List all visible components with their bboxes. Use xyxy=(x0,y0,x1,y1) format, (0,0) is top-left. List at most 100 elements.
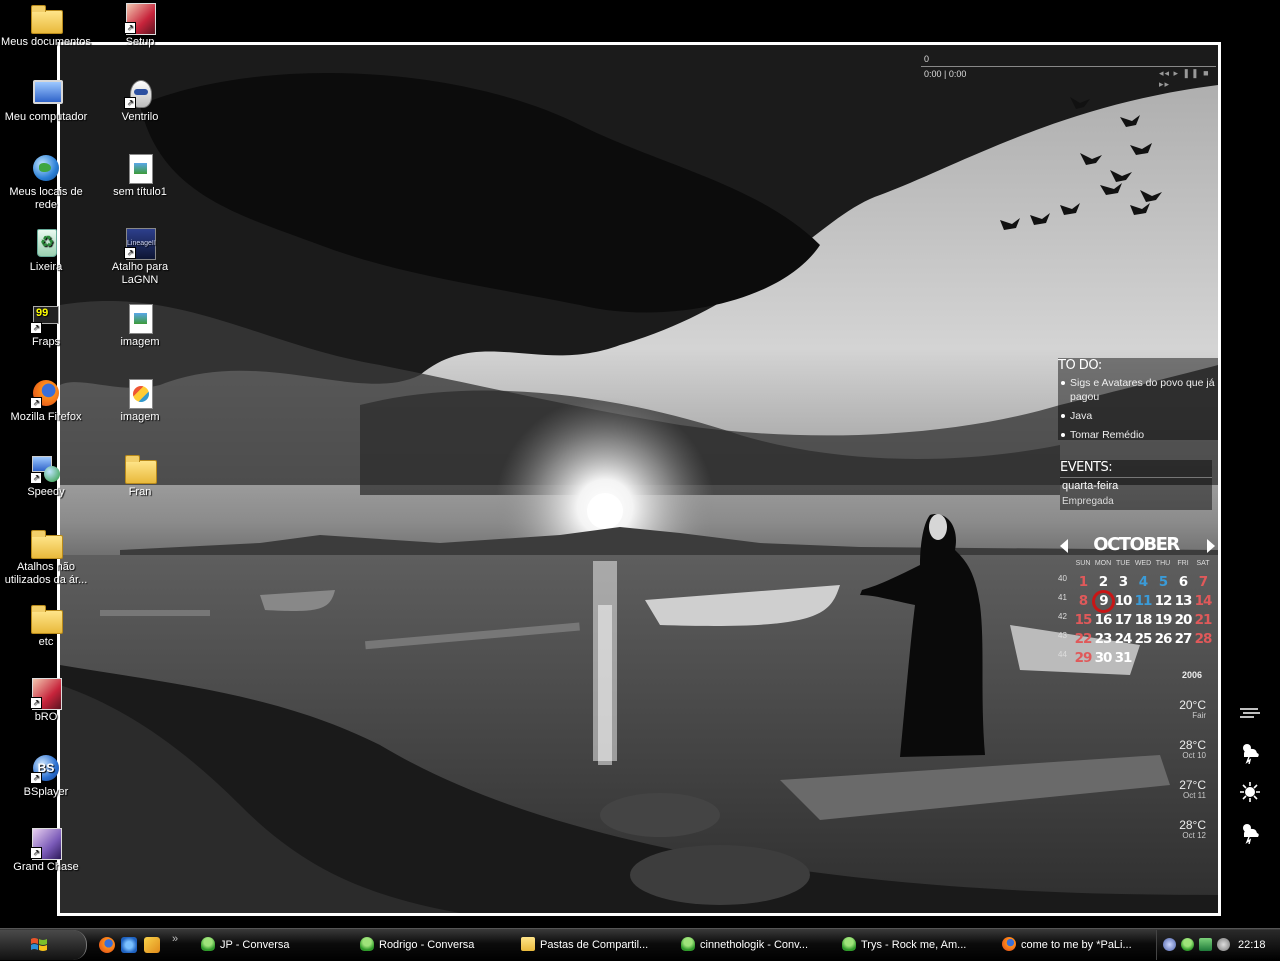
media-time: 0:00 | 0:00 xyxy=(924,69,967,79)
tray-network-icon[interactable] xyxy=(1163,938,1176,951)
shortcut-arrow-icon: ↗ xyxy=(124,22,136,34)
desktop-icon-imagem-2[interactable]: imagem xyxy=(94,377,186,424)
calendar-day[interactable]: 7 xyxy=(1193,574,1213,591)
wallpaper-photo xyxy=(57,42,1221,916)
firefox-icon[interactable] xyxy=(99,937,115,953)
calendar-day[interactable]: 31 xyxy=(1113,650,1133,667)
shortcut-arrow-icon: ↗ xyxy=(124,247,136,259)
calendar-day[interactable]: 17 xyxy=(1113,612,1133,629)
taskbar-button[interactable]: Pastas de Compartil... xyxy=(517,932,672,958)
tray-app-icon[interactable] xyxy=(1199,938,1212,951)
desktop-icon-etc[interactable]: etc xyxy=(0,602,92,649)
desktop-icon-my-documents[interactable]: Meus documentos xyxy=(0,2,92,49)
media-seek-bar[interactable] xyxy=(921,66,1216,67)
calendar-day[interactable]: 3 xyxy=(1113,574,1133,591)
calendar-day[interactable]: 22 xyxy=(1073,631,1093,648)
calendar-today[interactable]: 9 xyxy=(1092,590,1115,613)
calendar-day[interactable]: 4 xyxy=(1133,574,1153,591)
calendar-day[interactable]: 25 xyxy=(1133,631,1153,648)
folder-icon xyxy=(521,937,535,952)
media-controls[interactable]: ◂◂ ▸ ❚❚ ■ ▸▸ xyxy=(1159,68,1217,90)
desktop-icon-setup[interactable]: ↗ Setup xyxy=(94,2,186,49)
week-number: 41 xyxy=(1058,593,1067,602)
desktop-icon-fran[interactable]: Fran xyxy=(94,452,186,499)
network-places-icon xyxy=(33,155,59,181)
quick-launch-overflow[interactable]: » xyxy=(172,933,178,945)
image-file-icon xyxy=(129,154,153,184)
desktop-icon-grand-chase[interactable]: ↗ Grand Chase xyxy=(0,827,92,874)
calendar-day[interactable]: 19 xyxy=(1153,612,1173,629)
calendar-day[interactable]: 23 xyxy=(1093,631,1113,648)
desktop-icon-speedy[interactable]: ↗ Speedy xyxy=(0,452,92,499)
todo-title: TO DO: xyxy=(1058,358,1102,373)
calendar-day[interactable]: 26 xyxy=(1153,631,1173,648)
week-number: 42 xyxy=(1058,612,1067,621)
tray-msn-icon[interactable] xyxy=(1181,938,1194,951)
desktop-icon-unused-shortcuts[interactable]: Atalhos não utilizados da ár... xyxy=(0,527,92,587)
calendar-day[interactable]: 28 xyxy=(1193,631,1213,648)
taskbar-button[interactable]: come to me by *PaLi... xyxy=(998,932,1153,958)
weekday-label: THU xyxy=(1155,560,1171,567)
desktop-icon-network-places[interactable]: Meus locais de rede xyxy=(0,152,92,212)
tray-volume-icon[interactable] xyxy=(1217,938,1230,951)
calendar-day[interactable]: 16 xyxy=(1093,612,1113,629)
calendar-day[interactable]: 10 xyxy=(1113,593,1133,610)
calendar-day[interactable]: 11 xyxy=(1133,593,1153,610)
taskbar-button-label: Trys - Rock me, Am... xyxy=(861,939,967,951)
calendar-day[interactable]: 15 xyxy=(1073,612,1093,629)
todo-item[interactable]: Tomar Remédio xyxy=(1058,428,1218,442)
calendar-day[interactable]: 21 xyxy=(1193,612,1213,629)
ie-icon[interactable] xyxy=(121,937,137,953)
desktop-icon-sem-titulo1[interactable]: sem título1 xyxy=(94,152,186,199)
desktop-icon-recycle-bin[interactable]: ♻ Lixeira xyxy=(0,227,92,274)
calendar-day[interactable]: 12 xyxy=(1153,593,1173,610)
taskbar-button[interactable]: JP - Conversa xyxy=(197,932,352,958)
next-month-icon[interactable] xyxy=(1207,539,1215,553)
taskbar-button-label: cinnethologik - Conv... xyxy=(700,939,809,951)
calendar-day[interactable]: 18 xyxy=(1133,612,1153,629)
folder-icon xyxy=(31,605,63,634)
event-item[interactable]: Empregada xyxy=(1060,494,1212,510)
taskbar-button[interactable]: cinnethologik - Conv... xyxy=(677,932,832,958)
sun-icon xyxy=(1240,782,1260,802)
weather-temp: 20°C xyxy=(1179,698,1206,712)
winamp-icon[interactable] xyxy=(144,937,160,953)
weekday-label: SUN xyxy=(1075,560,1091,567)
calendar-day[interactable]: 6 xyxy=(1173,574,1193,591)
calendar-day[interactable]: 5 xyxy=(1153,574,1173,591)
desktop-icon-imagem-1[interactable]: imagem xyxy=(94,302,186,349)
taskbar-clock[interactable]: 22:18 xyxy=(1238,929,1266,961)
desktop-icon-my-computer[interactable]: Meu computador xyxy=(0,77,92,124)
calendar-day[interactable]: 29 xyxy=(1073,650,1093,667)
events-widget: EVENTS: quarta-feira Empregada xyxy=(1060,460,1212,510)
weekday-label: WED xyxy=(1134,560,1152,567)
todo-item[interactable]: Java xyxy=(1058,409,1218,423)
calendar-day[interactable]: 14 xyxy=(1193,593,1213,610)
calendar-day[interactable]: 1 xyxy=(1073,574,1093,591)
calendar-day[interactable]: 2 xyxy=(1093,574,1113,591)
calendar-day[interactable]: 30 xyxy=(1093,650,1113,667)
calendar-day[interactable]: 24 xyxy=(1113,631,1133,648)
desktop-icon-lagnn[interactable]: LineageII ↗ Atalho para LaGNN xyxy=(94,227,186,287)
taskbar-button[interactable]: Rodrigo - Conversa xyxy=(356,932,511,958)
shortcut-arrow-icon: ↗ xyxy=(124,97,136,109)
todo-item[interactable]: Sigs e Avatares do povo que já pagou xyxy=(1058,376,1218,404)
image-file-icon xyxy=(129,304,153,334)
desktop-icon-bsplayer[interactable]: BS ↗ BSplayer xyxy=(0,752,92,799)
taskbar-button[interactable]: Trys - Rock me, Am... xyxy=(838,932,993,958)
desktop-icon-bro[interactable]: ↗ bRO xyxy=(0,677,92,724)
calendar-day[interactable]: 13 xyxy=(1173,593,1193,610)
start-button[interactable] xyxy=(0,930,87,960)
weekday-label: FRI xyxy=(1177,560,1189,567)
calendar-day[interactable]: 20 xyxy=(1173,612,1193,629)
weather-label: Fair xyxy=(1192,711,1206,720)
media-track-count: 0 xyxy=(924,54,930,64)
windows-flag-icon xyxy=(31,938,47,951)
desktop-icon-fraps[interactable]: 99 ↗ Fraps xyxy=(0,302,92,349)
weekday-label: SAT xyxy=(1196,560,1210,567)
taskbar: » JP - Conversa Rodrigo - Conversa Pastas … xyxy=(0,928,1280,961)
calendar-day[interactable]: 8 xyxy=(1073,593,1093,610)
calendar-day[interactable]: 27 xyxy=(1173,631,1193,648)
desktop-icon-firefox[interactable]: ↗ Mozilla Firefox xyxy=(0,377,92,424)
desktop-icon-ventrilo[interactable]: ↗ Ventrilo xyxy=(94,77,186,124)
